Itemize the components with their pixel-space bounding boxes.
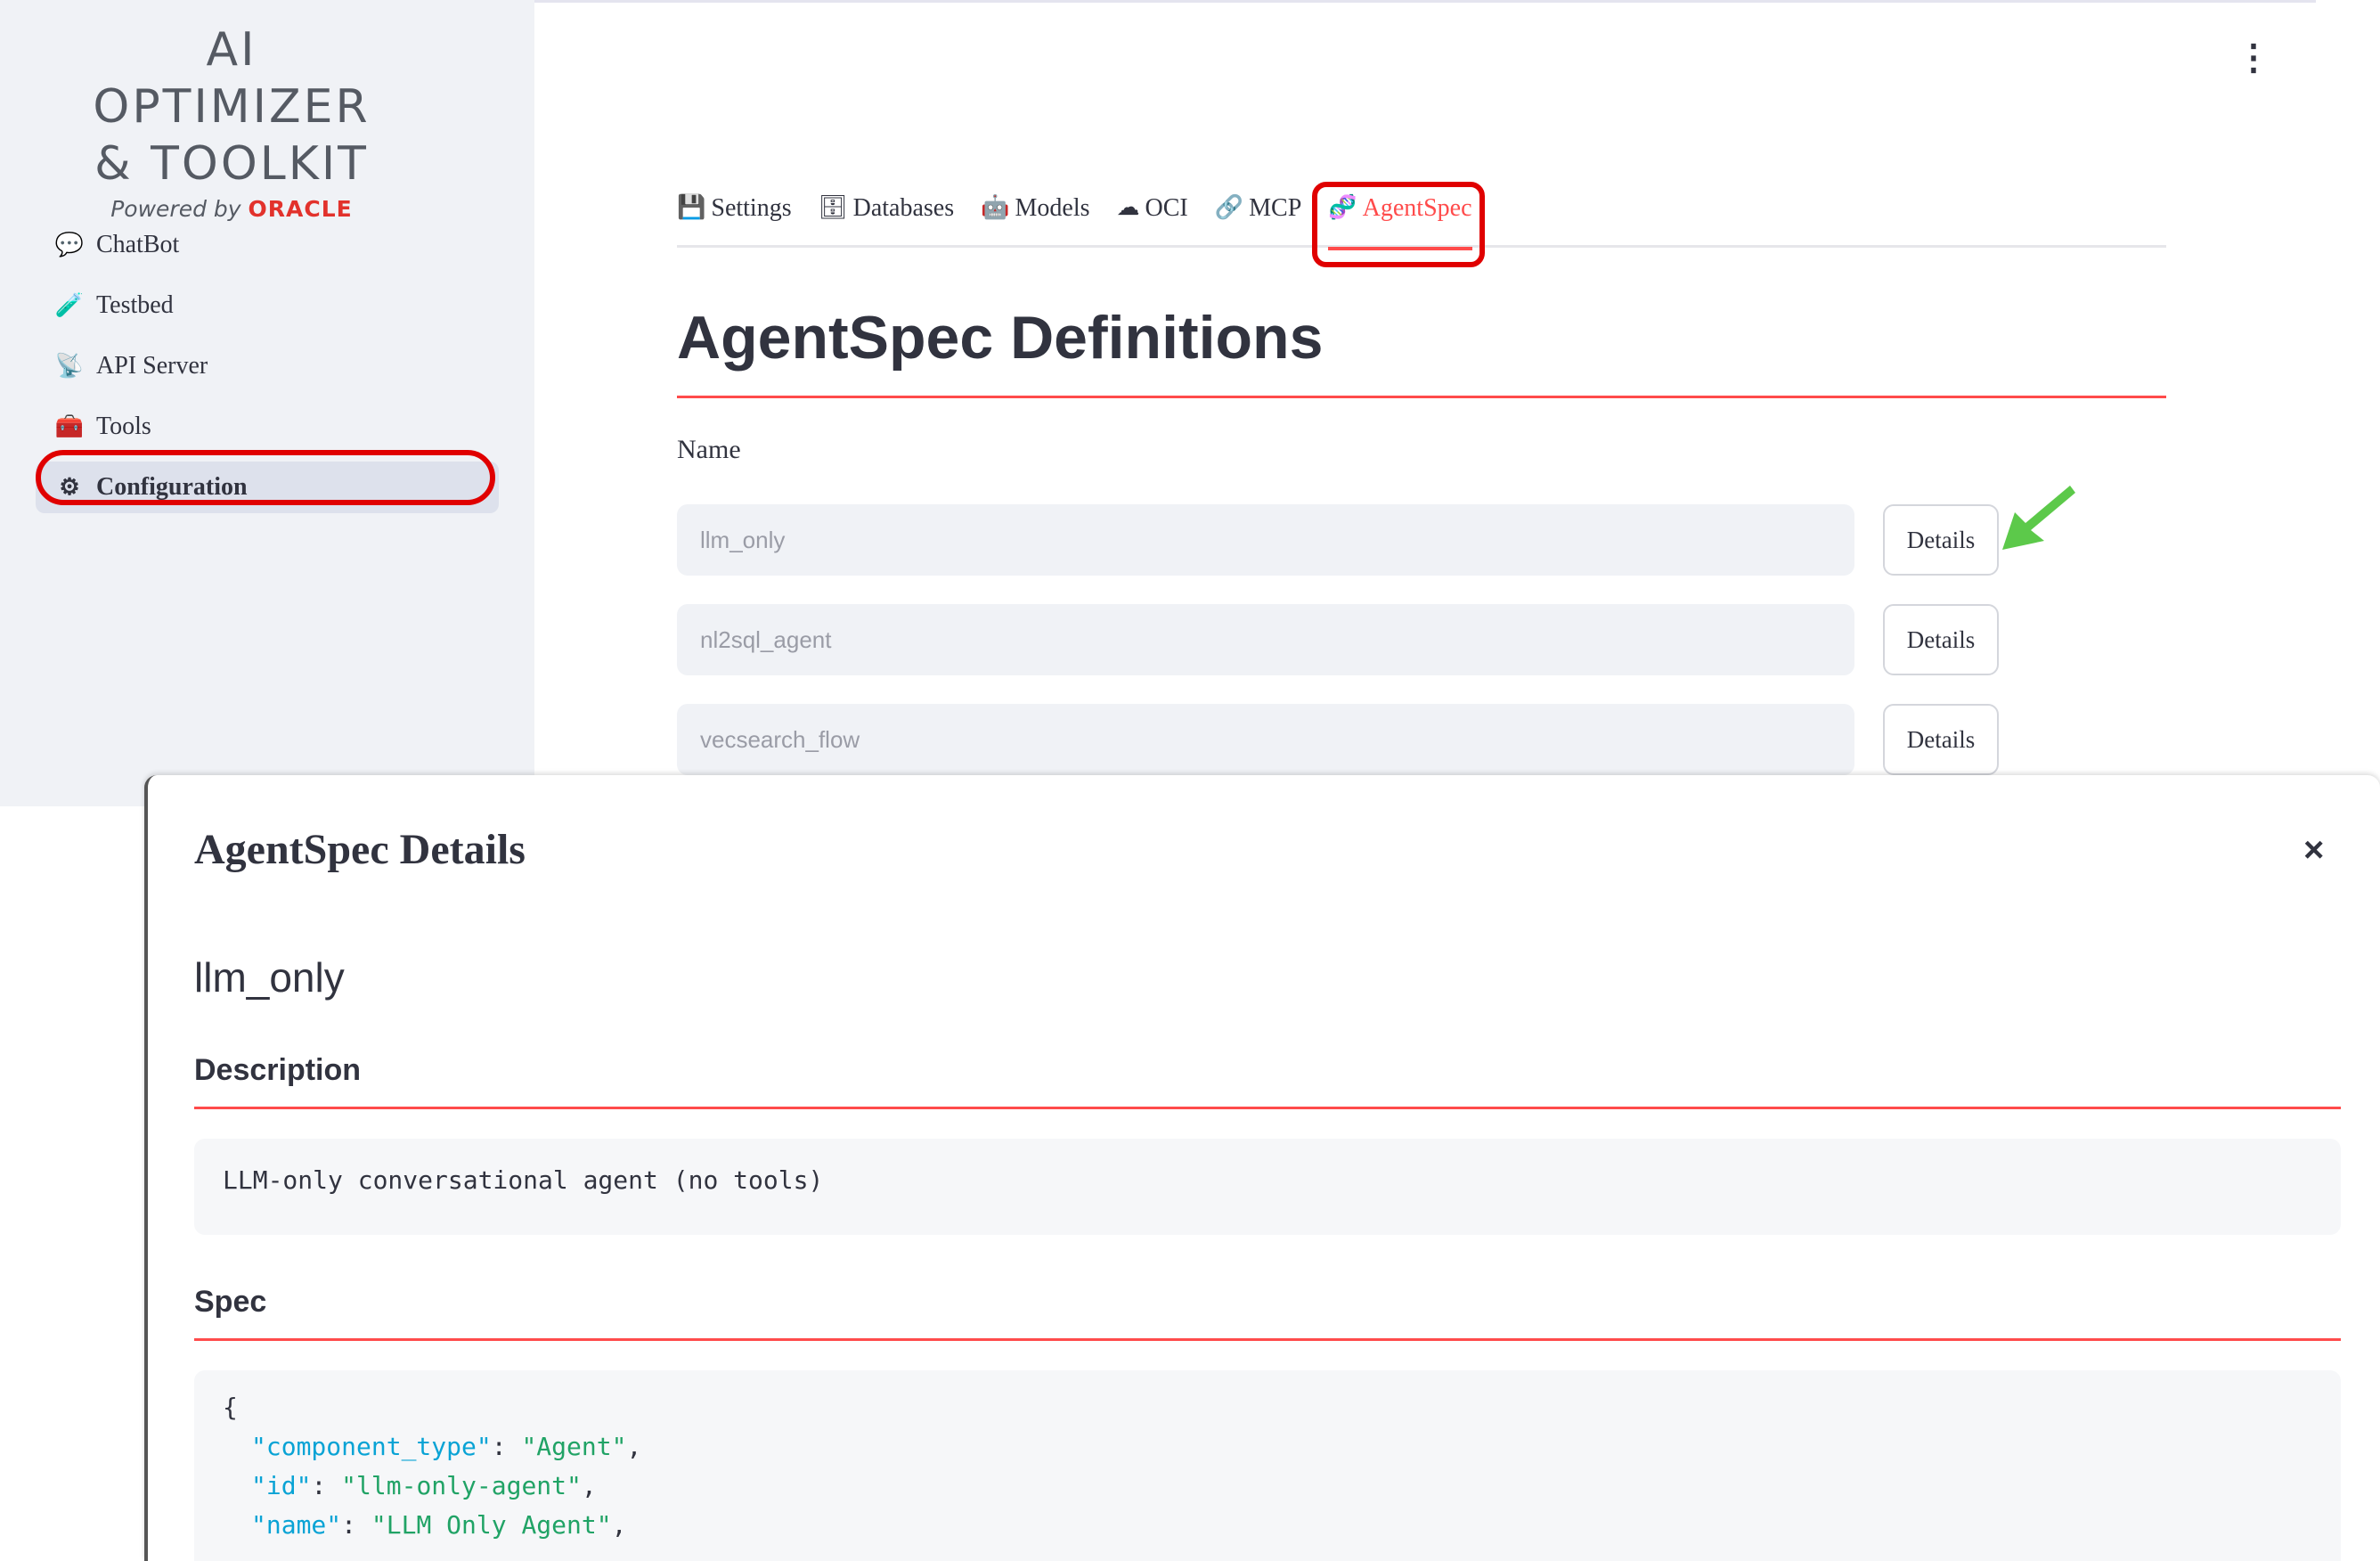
page-title: AgentSpec Definitions	[677, 304, 1324, 372]
description-code-block: LLM-only conversational agent (no tools)	[194, 1139, 2341, 1235]
agentspec-name-field: vecsearch_flow	[677, 704, 1854, 775]
sidebar-item-tools[interactable]: 🧰 Tools	[36, 401, 499, 453]
json-key: "id"	[251, 1471, 312, 1500]
speech-bubble-icon: 💬	[54, 232, 85, 257]
agentspec-details-dialog: AgentSpec Details × llm_only Description…	[144, 775, 2380, 1561]
tab-label: Settings	[711, 194, 792, 222]
tab-settings[interactable]: 💾 Settings	[677, 187, 792, 248]
details-button[interactable]: Details	[1883, 604, 1999, 675]
agentspec-name-field: nl2sql_agent	[677, 604, 1854, 675]
powered-by-text: Powered by	[110, 196, 241, 222]
json-line: "component_type": "Agent",	[251, 1432, 642, 1461]
sidebar: AI OPTIMIZER & TOOLKIT Powered by ORACLE…	[0, 0, 534, 806]
tab-databases[interactable]: 🗄 Databases	[819, 187, 955, 248]
robot-icon: 🤖	[981, 194, 1010, 220]
test-tube-icon: 🧪	[54, 292, 85, 318]
json-value: "Agent"	[521, 1432, 627, 1461]
cloud-icon: ☁	[1116, 194, 1140, 220]
app-logo: AI OPTIMIZER & TOOLKIT Powered by ORACLE	[62, 21, 401, 222]
toolbox-icon: 🧰	[54, 413, 85, 439]
sidebar-item-testbed[interactable]: 🧪 Testbed	[36, 280, 499, 331]
description-heading: Description	[194, 1053, 362, 1087]
json-value: "llm-only-agent"	[341, 1471, 582, 1500]
powered-by: Powered by ORACLE	[62, 196, 401, 222]
sidebar-item-label: Configuration	[96, 473, 248, 501]
json-line: "id": "llm-only-agent",	[251, 1471, 597, 1500]
agent-name-heading: llm_only	[194, 954, 345, 1001]
dna-icon: 🧬	[1328, 194, 1357, 220]
sidebar-item-label: ChatBot	[96, 231, 180, 258]
sidebar-item-label: Tools	[96, 413, 151, 440]
tab-models[interactable]: 🤖 Models	[981, 187, 1089, 248]
tab-label: Models	[1015, 194, 1090, 222]
link-icon: 🔗	[1214, 194, 1244, 220]
logo-line-2: & TOOLKIT	[94, 137, 369, 191]
green-arrow-annotation	[2002, 486, 2075, 550]
json-open-brace: {	[223, 1393, 238, 1422]
spec-divider	[194, 1338, 2341, 1341]
json-key: "component_type"	[251, 1432, 492, 1461]
oracle-logo: ORACLE	[248, 196, 353, 222]
sidebar-item-label: API Server	[96, 352, 208, 380]
description-divider	[194, 1107, 2341, 1109]
description-text: LLM-only conversational agent (no tools)	[223, 1165, 824, 1195]
tab-oci[interactable]: ☁ OCI	[1117, 187, 1188, 248]
agentspec-name-field: llm_only	[677, 504, 1854, 576]
close-icon[interactable]: ×	[2303, 830, 2324, 870]
details-button[interactable]: Details	[1883, 704, 1999, 775]
tab-label: Databases	[852, 194, 955, 222]
top-border	[534, 0, 2316, 3]
logo-line-1: AI OPTIMIZER	[93, 23, 371, 134]
sidebar-item-api-server[interactable]: 📡 API Server	[36, 340, 499, 392]
tab-label: MCP	[1249, 194, 1302, 222]
name-column-label: Name	[677, 435, 741, 464]
sidebar-item-chatbot[interactable]: 💬 ChatBot	[36, 219, 499, 271]
details-button[interactable]: Details	[1883, 504, 1999, 576]
tab-label: AgentSpec	[1362, 194, 1472, 222]
config-tabs: 💾 Settings 🗄 Databases 🤖 Models ☁ OCI 🔗 …	[677, 187, 2166, 250]
sidebar-item-configuration[interactable]: ⚙ Configuration	[36, 462, 499, 513]
sidebar-item-label: Testbed	[96, 291, 174, 319]
title-divider	[677, 396, 2166, 398]
tab-agentspec[interactable]: 🧬 AgentSpec	[1328, 187, 1472, 250]
spec-json-block: { "component_type": "Agent", "id": "llm-…	[194, 1370, 2341, 1561]
json-line: "name": "LLM Only Agent",	[251, 1510, 627, 1540]
file-cabinet-icon: 🗄	[818, 194, 848, 220]
main-menu-button[interactable]: ⋮	[2236, 40, 2271, 76]
tab-mcp[interactable]: 🔗 MCP	[1215, 187, 1302, 248]
gear-icon: ⚙	[59, 474, 80, 500]
json-key: "name"	[251, 1510, 342, 1540]
json-value: "LLM Only Agent"	[371, 1510, 612, 1540]
dialog-title: AgentSpec Details	[194, 826, 526, 873]
sidebar-nav: 💬 ChatBot 🧪 Testbed 📡 API Server 🧰 Tools…	[36, 219, 499, 522]
spec-heading: Spec	[194, 1285, 267, 1319]
tab-label: OCI	[1145, 194, 1188, 222]
satellite-icon: 📡	[54, 353, 85, 379]
floppy-disk-icon: 💾	[677, 194, 706, 220]
